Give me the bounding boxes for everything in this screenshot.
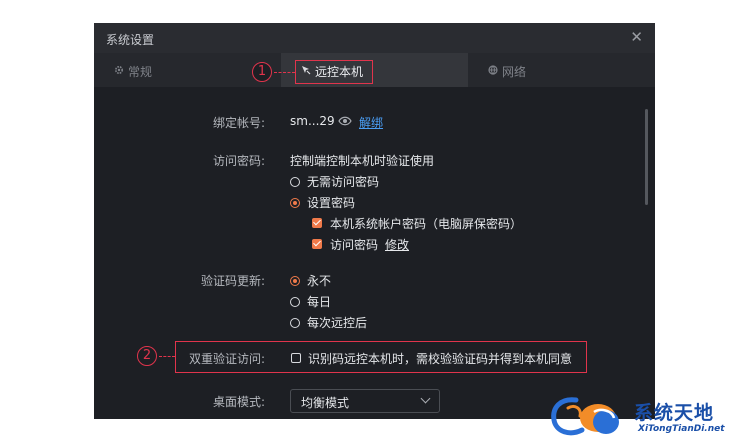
radio-daily-label: 每日: [307, 295, 332, 309]
radio-daily[interactable]: [290, 297, 300, 307]
radio-set-password-label: 设置密码: [307, 196, 356, 210]
unbind-link[interactable]: 解绑: [359, 114, 383, 131]
password-description: 控制端控制本机时验证使用: [290, 154, 435, 168]
system-account-password-label: 本机系统帐户密码（电脑屏保密码）: [330, 217, 523, 231]
code-update-label: 验证码更新:: [200, 274, 265, 288]
tab-general-label: 常规: [128, 65, 153, 79]
chevron-down-icon: [420, 393, 431, 404]
tab-bar: 常规 远控本机 网络: [94, 53, 655, 87]
watermark-title: 系统天地: [634, 402, 715, 424]
annotation-2-highlight-box: [175, 341, 587, 373]
annotation-1-connector: [274, 72, 295, 73]
eye-icon[interactable]: [338, 116, 352, 126]
checkbox-system-account-password[interactable]: [312, 218, 322, 228]
radio-no-password[interactable]: [290, 177, 300, 187]
gear-icon: [114, 65, 124, 75]
account-label: 绑定帐号:: [212, 116, 265, 130]
watermark-logo-icon: [551, 397, 619, 436]
scrollbar-thumb[interactable]: [645, 109, 648, 205]
network-icon: [488, 65, 498, 75]
radio-never-label: 永不: [307, 274, 332, 288]
tab-network-label: 网络: [502, 65, 527, 79]
access-password-label: 访问密码: [330, 238, 379, 252]
modify-password-link[interactable]: 修改: [385, 236, 409, 253]
window-title: 系统设置: [106, 33, 155, 47]
title-bar: 系统设置 ✕: [94, 23, 655, 53]
desktop-mode-label: 桌面模式:: [212, 395, 265, 409]
annotation-2-connector: [159, 356, 175, 357]
radio-after-each-session-label: 每次远控后: [307, 316, 368, 330]
annotation-1-highlight-box: [295, 60, 373, 84]
annotation-number-1: 1: [252, 62, 272, 82]
checkbox-system-password[interactable]: [312, 239, 322, 249]
watermark-url: XiTongTianDi.net: [638, 424, 725, 434]
radio-never[interactable]: [290, 276, 300, 286]
watermark: 系统天地 XiTongTianDi.net: [546, 392, 750, 442]
radio-no-password-label: 无需访问密码: [307, 175, 380, 189]
tab-network[interactable]: 网络: [468, 53, 655, 87]
close-icon[interactable]: ✕: [630, 29, 643, 45]
desktop-mode-value: 均衡模式: [301, 396, 350, 410]
account-value: sm...29: [290, 114, 335, 128]
password-label: 访问密码:: [212, 154, 265, 168]
radio-after-each-session[interactable]: [290, 318, 300, 328]
annotation-number-2: 2: [137, 346, 157, 366]
radio-set-password[interactable]: [290, 198, 300, 208]
desktop-mode-select[interactable]: 均衡模式: [290, 389, 440, 413]
